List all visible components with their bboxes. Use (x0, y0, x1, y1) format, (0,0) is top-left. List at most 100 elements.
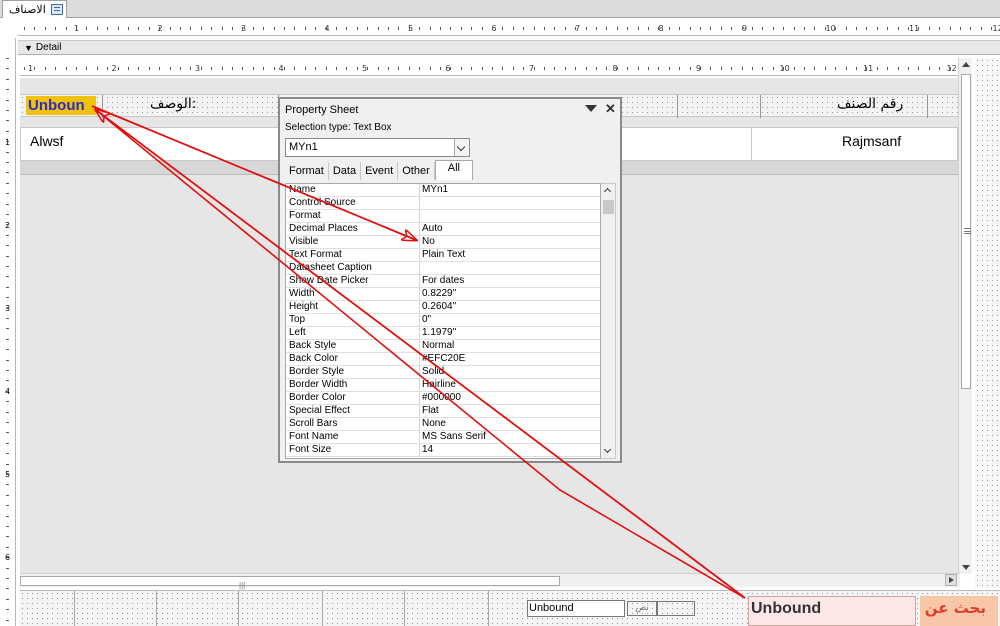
property-row[interactable]: Special Effect Flat (286, 405, 600, 418)
property-value[interactable]: Auto (420, 223, 443, 235)
property-row[interactable]: Font Name MS Sans Serif (286, 431, 600, 444)
ruler-tick (471, 27, 473, 30)
property-row[interactable]: Width 0.8229" (286, 288, 600, 301)
property-value[interactable]: #EFC20E (420, 353, 465, 365)
search-textbox[interactable]: Unbound (748, 596, 916, 626)
tab-all[interactable]: All (434, 160, 473, 180)
scroll-right-icon[interactable] (945, 574, 957, 586)
property-value[interactable]: 0" (420, 314, 431, 326)
ruler-tick (908, 27, 909, 30)
ruler-tick (6, 182, 9, 184)
property-row[interactable]: Left 1.1979" (286, 327, 600, 340)
ruler-number: 11 (863, 64, 874, 73)
property-value[interactable]: 14 (420, 444, 433, 456)
property-value[interactable]: No (420, 236, 435, 248)
ruler-tick (523, 67, 525, 70)
property-value[interactable]: 1.1979" (420, 327, 456, 339)
property-value[interactable]: Solid (420, 366, 444, 378)
property-value[interactable]: For dates (420, 275, 464, 287)
property-value[interactable]: #000000 (420, 392, 461, 404)
item-number-label[interactable]: رقم الصنف (837, 96, 903, 112)
small-empty-box[interactable] (657, 601, 695, 616)
property-value[interactable]: None (420, 418, 446, 430)
horizontal-scrollbar[interactable]: ||| (20, 573, 960, 590)
property-scrollbar[interactable] (601, 183, 616, 459)
close-icon[interactable]: ✕ (605, 101, 616, 117)
property-value[interactable]: 0.2604" (420, 301, 456, 313)
property-row[interactable]: Border Style Solid (286, 366, 600, 379)
tab-event[interactable]: Event (361, 162, 399, 180)
rajmsanf-field[interactable]: Rajmsanf (842, 133, 901, 149)
control-selector[interactable]: MYn1 (285, 138, 470, 157)
scroll-thumb[interactable] (603, 200, 614, 214)
property-row[interactable]: Show Date Picker For dates (286, 275, 600, 288)
property-sheet-title: Property Sheet (285, 104, 359, 116)
ruler-tick (148, 27, 150, 30)
scroll-up-icon[interactable] (962, 62, 970, 67)
property-row[interactable]: Datasheet Caption (286, 262, 600, 275)
tab-data[interactable]: Data (329, 162, 362, 180)
property-row[interactable]: Back Color #EFC20E (286, 353, 600, 366)
property-value[interactable] (420, 262, 422, 274)
property-name: Scroll Bars (286, 418, 420, 430)
small-unbound-textbox[interactable]: Unbound (527, 600, 625, 617)
property-value[interactable] (420, 197, 422, 209)
detail-section-bar[interactable]: ▼ Detail (18, 40, 1000, 55)
ruler-tick (304, 67, 306, 70)
ruler-tick (6, 162, 9, 163)
scroll-up-icon[interactable] (603, 187, 612, 196)
vertical-scrollbar[interactable] (958, 58, 972, 574)
property-value[interactable]: Normal (420, 340, 454, 352)
property-value[interactable]: Flat (420, 405, 439, 417)
property-value[interactable]: Plain Text (420, 249, 465, 261)
ruler-tick (949, 27, 951, 30)
ruler-tick (658, 27, 660, 30)
ruler-tick (741, 27, 743, 30)
property-row[interactable]: Visible No (286, 236, 600, 249)
small-textbox-label[interactable]: نص (627, 601, 657, 616)
scroll-down-icon[interactable] (603, 445, 612, 454)
ruler-tick (783, 27, 785, 30)
property-row[interactable]: Text Format Plain Text (286, 249, 600, 262)
property-row[interactable]: Decimal Places Auto (286, 223, 600, 236)
ruler-tick (6, 89, 9, 91)
ruler-tick (824, 67, 826, 70)
description-label[interactable]: الوصف: (150, 96, 197, 112)
property-row[interactable]: Name MYn1 (286, 184, 600, 197)
search-label[interactable]: بحث عن (920, 596, 998, 626)
property-row[interactable]: Border Width Hairline (286, 379, 600, 392)
unbound-textbox-myn1[interactable]: Unboun (26, 96, 96, 115)
ruler-tick (533, 27, 535, 30)
alwsf-field[interactable]: Alwsf (30, 133, 63, 149)
property-value[interactable]: MS Sans Serif (420, 431, 486, 443)
property-value[interactable]: Hairline (420, 379, 456, 391)
property-row[interactable]: Top 0" (286, 314, 600, 327)
property-row[interactable]: Font Size 14 (286, 444, 600, 457)
ruler-tick (939, 27, 941, 30)
document-tab[interactable]: الاصناف (2, 0, 67, 18)
ruler-tick (6, 494, 9, 496)
ruler-tick (107, 27, 109, 30)
ruler-tick (6, 432, 9, 434)
property-value[interactable]: 0.8229" (420, 288, 456, 300)
ruler-tick (440, 27, 441, 30)
horizontal-scroll-thumb[interactable]: ||| (20, 576, 560, 590)
chevron-down-icon[interactable] (454, 139, 469, 156)
property-row[interactable]: Scroll Bars None (286, 418, 600, 431)
tab-format[interactable]: Format (285, 162, 329, 180)
ruler-tick (564, 27, 566, 30)
ruler-tick (492, 27, 493, 30)
dropdown-arrow-icon[interactable] (585, 105, 597, 112)
property-sheet[interactable]: Property Sheet ✕ Selection type: Text Bo… (278, 97, 622, 463)
property-row[interactable]: Border Color #000000 (286, 392, 600, 405)
property-value[interactable] (420, 210, 422, 222)
outer-grid-area (975, 58, 1000, 588)
property-row[interactable]: Back Style Normal (286, 340, 600, 353)
property-row[interactable]: Control Source (286, 197, 600, 210)
property-row[interactable]: Height 0.2604" (286, 301, 600, 314)
property-value[interactable]: MYn1 (420, 184, 448, 196)
tab-other[interactable]: Other (398, 162, 435, 180)
property-row[interactable]: Format (286, 210, 600, 223)
ruler-tick (6, 193, 9, 195)
scroll-down-icon[interactable] (962, 565, 970, 570)
